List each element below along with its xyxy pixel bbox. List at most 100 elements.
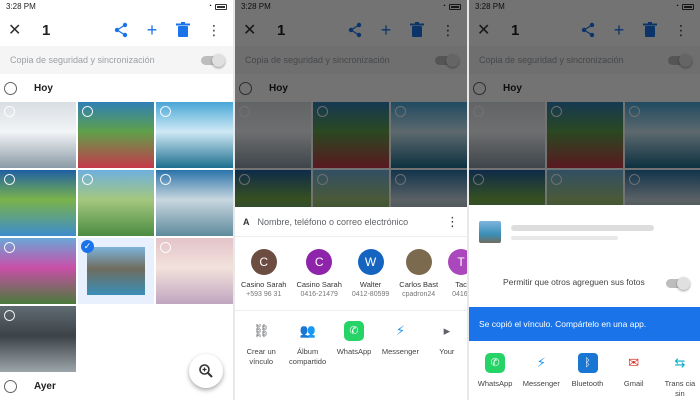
delete-icon[interactable] — [172, 19, 194, 41]
section-label-today: Hoy — [34, 82, 53, 94]
share-app-whatsapp[interactable]: ✆ WhatsApp — [334, 321, 374, 367]
share-app-label: Messenger — [381, 347, 419, 356]
select-day-checkbox[interactable] — [4, 379, 17, 393]
scrim[interactable] — [469, 0, 700, 205]
share-app-label: WhatsApp — [477, 379, 513, 388]
photo-pastel-sunset[interactable] — [156, 238, 233, 304]
more-options-icon[interactable]: ⋮ — [446, 214, 459, 230]
select-day-checkbox[interactable] — [4, 81, 17, 95]
share-app-list: ✆ WhatsApp ⚡ Messenger ᛒ Bluetooth ✉ Gmail ⇆ Tran… — [469, 341, 700, 399]
contact-name: Walter — [359, 280, 382, 289]
more-options-icon[interactable]: ⋮ — [203, 19, 225, 41]
avatar — [405, 249, 432, 275]
allow-contributors-label: Permitir que otros agreguen sus fotos — [503, 277, 645, 288]
share-app-shared-album[interactable]: 👥 Álbum compartido — [287, 321, 327, 367]
link-sheet: Permitir que otros agreguen sus fotos Se… — [469, 205, 700, 400]
share-search-row[interactable]: A Nombre, teléfono o correo electrónico … — [235, 207, 467, 237]
share-app-label: WhatsApp — [336, 347, 372, 356]
contact-item[interactable]: W Walter 0412-80599 — [352, 249, 389, 298]
photo-snowy-forest[interactable] — [0, 102, 76, 168]
select-photo-checkbox[interactable] — [160, 106, 171, 117]
section-header-yesterday: Ayer — [0, 372, 56, 400]
contact-detail: cpadron24 — [402, 291, 436, 298]
backup-toggle[interactable] — [201, 53, 225, 67]
backup-row: Copia de seguridad y sincronización — [0, 46, 233, 74]
contact-name: Tac — [455, 280, 467, 289]
contact-name: Casino Sarah — [241, 280, 287, 289]
photo-grid: ✓ — [0, 102, 233, 372]
battery-icon — [215, 4, 227, 10]
shared-link-row — [469, 205, 700, 259]
share-app-bluetooth[interactable]: ᛒ Bluetooth — [567, 353, 607, 399]
shared-album-icon: 👥 — [299, 322, 316, 338]
share-app-transfer[interactable]: ⇆ Trans cia sin — [660, 353, 700, 399]
share-sheet-screen: 3:28 PM ◔ ✕ 1 + ⋮ Copia de seguridad y s… — [235, 0, 467, 400]
contact-item[interactable]: C Casino Sarah 0416-21479 — [296, 249, 342, 298]
gmail-icon: ✉ — [628, 354, 640, 370]
share-icon[interactable] — [110, 19, 132, 41]
close-icon[interactable]: ✕ — [8, 20, 28, 40]
select-photo-checkbox[interactable] — [160, 174, 171, 185]
select-photo-checkbox[interactable] — [4, 310, 15, 321]
share-app-messenger[interactable]: ⚡ Messenger — [521, 353, 561, 399]
share-app-messenger[interactable]: ⚡ Messenger — [380, 321, 420, 367]
link-thumbnail — [479, 221, 501, 243]
contact-item[interactable]: C Casino Sarah +593 96 31 — [241, 249, 286, 298]
contact-name: Casino Sarah — [296, 280, 342, 289]
select-photo-checkbox[interactable] — [4, 242, 15, 253]
status-bar: 3:28 PM ◔ — [0, 0, 233, 14]
share-app-link[interactable]: ⛓ Crear un vínculo — [241, 321, 281, 367]
zoom-icon — [199, 364, 213, 378]
share-app-gmail[interactable]: ✉ Gmail — [614, 353, 654, 399]
section-header-today: Hoy — [0, 74, 233, 102]
select-photo-checkbox[interactable] — [160, 242, 171, 253]
whatsapp-icon: ✆ — [344, 321, 365, 341]
contact-item[interactable]: T Tac 0416- — [448, 249, 467, 298]
share-app-label: Your — [439, 347, 455, 356]
share-app-more[interactable]: ▸ Your — [427, 321, 467, 367]
photo-screenshot-thumb[interactable] — [0, 306, 76, 372]
share-app-label: Messenger — [522, 379, 560, 388]
link-copied-screen: 3:28 PM ◔ ✕ 1 + ⋮ Copia de seguridad y s… — [469, 0, 700, 400]
scrim[interactable] — [235, 0, 467, 207]
share-search-input[interactable]: Nombre, teléfono o correo electrónico — [258, 217, 447, 227]
share-sheet: A Nombre, teléfono o correo electrónico … — [235, 207, 467, 400]
select-photo-checkbox[interactable] — [4, 174, 15, 185]
share-app-label: Crear un vínculo — [246, 347, 276, 366]
allow-contributors-toggle[interactable] — [666, 276, 690, 290]
bluetooth-icon: ᛒ — [577, 353, 598, 373]
backup-label: Copia de seguridad y sincronización — [10, 55, 155, 65]
contact-item[interactable]: Carlos Bast cpadron24 — [399, 249, 438, 298]
zoom-button[interactable] — [189, 354, 223, 388]
transfer-icon: ⇆ — [674, 354, 686, 370]
photo-moraine-lake[interactable]: ✓ — [78, 238, 154, 304]
photo-red-river-valley[interactable] — [78, 102, 154, 168]
contact-list: C Casino Sarah +593 96 31 C Casino Sarah 0416… — [235, 237, 467, 298]
messenger-icon: ⚡ — [395, 322, 405, 338]
photo-lake-mountains[interactable] — [156, 102, 233, 168]
share-app-label: Trans cia sin — [664, 379, 696, 398]
photo-flower-meadow[interactable] — [0, 238, 76, 304]
photo-alpine-valley[interactable] — [78, 170, 154, 236]
photos-selection-screen: 3:28 PM ◔ ✕ 1 + ⋮ Copia de seguridad y s… — [0, 0, 233, 400]
contact-detail: 0416-21479 — [300, 291, 338, 298]
photo-cliff-coast[interactable] — [0, 170, 76, 236]
selected-count: 1 — [42, 21, 51, 39]
photo-mountain-reflection[interactable] — [156, 170, 233, 236]
status-time: 3:28 PM — [6, 2, 36, 11]
avatar: T — [448, 249, 467, 275]
share-app-whatsapp[interactable]: ✆ WhatsApp — [475, 353, 515, 399]
select-photo-checkbox[interactable] — [82, 106, 93, 117]
contact-detail: 0412-80599 — [351, 291, 390, 298]
messenger-icon: ⚡ — [536, 354, 546, 370]
whatsapp-icon: ✆ — [485, 353, 506, 373]
contact-detail: 0416- — [452, 291, 467, 298]
share-app-list: ⛓ Crear un vínculo 👥 Álbum compartido ✆ Whats… — [235, 311, 467, 367]
contact-name: Carlos Bast — [399, 280, 439, 289]
selected-check-icon[interactable]: ✓ — [81, 240, 94, 253]
select-photo-checkbox[interactable] — [4, 106, 15, 117]
search-prefix: A — [243, 216, 250, 227]
add-icon[interactable]: + — [141, 19, 163, 41]
select-photo-checkbox[interactable] — [82, 174, 93, 185]
selection-toolbar: ✕ 1 + ⋮ — [0, 14, 233, 46]
